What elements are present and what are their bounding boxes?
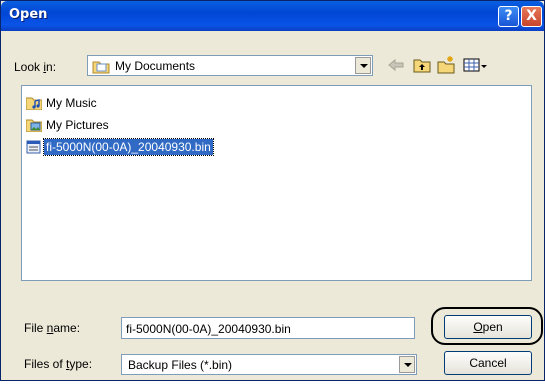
file-name-field[interactable]: fi-5000N(00-0A)_20040930.bin xyxy=(121,317,415,339)
list-item-my-music[interactable]: My Music xyxy=(26,95,99,111)
list-item-label: My Music xyxy=(46,96,97,110)
list-item-label: My Pictures xyxy=(46,118,109,132)
files-of-type-dropdown[interactable]: Backup Files (*.bin) xyxy=(121,354,417,375)
look-in-label: Look in: xyxy=(14,60,57,74)
files-of-type-label: Files of type: xyxy=(24,357,93,371)
window-title: Open xyxy=(9,7,48,22)
file-list[interactable]: My Music My Pictures fi-5000N(00-0A)_200… xyxy=(21,85,532,281)
back-arrow-icon[interactable] xyxy=(386,55,406,75)
views-menu-icon[interactable] xyxy=(462,55,488,75)
files-of-type-value: Backup Files (*.bin) xyxy=(128,358,233,372)
list-item-my-pictures[interactable]: My Pictures xyxy=(26,117,111,133)
chevron-down-icon[interactable] xyxy=(355,57,371,74)
look-in-value: My Documents xyxy=(115,59,196,73)
look-in-dropdown[interactable]: My Documents xyxy=(87,55,373,76)
cancel-button[interactable]: Cancel xyxy=(444,351,532,375)
new-folder-icon[interactable] xyxy=(436,55,456,75)
close-button[interactable]: X xyxy=(521,6,542,27)
my-documents-folder-icon xyxy=(92,61,110,74)
chevron-down-icon[interactable] xyxy=(399,356,415,373)
file-name-label: File name: xyxy=(24,321,81,335)
bin-file-icon xyxy=(26,140,41,154)
up-folder-icon[interactable] xyxy=(412,55,432,75)
list-item-label: fi-5000N(00-0A)_20040930.bin xyxy=(43,138,214,156)
file-name-value: fi-5000N(00-0A)_20040930.bin xyxy=(126,322,291,336)
pictures-folder-icon xyxy=(26,119,42,132)
help-button[interactable]: ? xyxy=(498,6,519,27)
music-folder-icon xyxy=(26,97,42,110)
open-button-highlight xyxy=(431,307,543,345)
list-item-bin-file[interactable]: fi-5000N(00-0A)_20040930.bin xyxy=(26,138,214,156)
title-bar[interactable]: Open ? X xyxy=(1,1,544,31)
